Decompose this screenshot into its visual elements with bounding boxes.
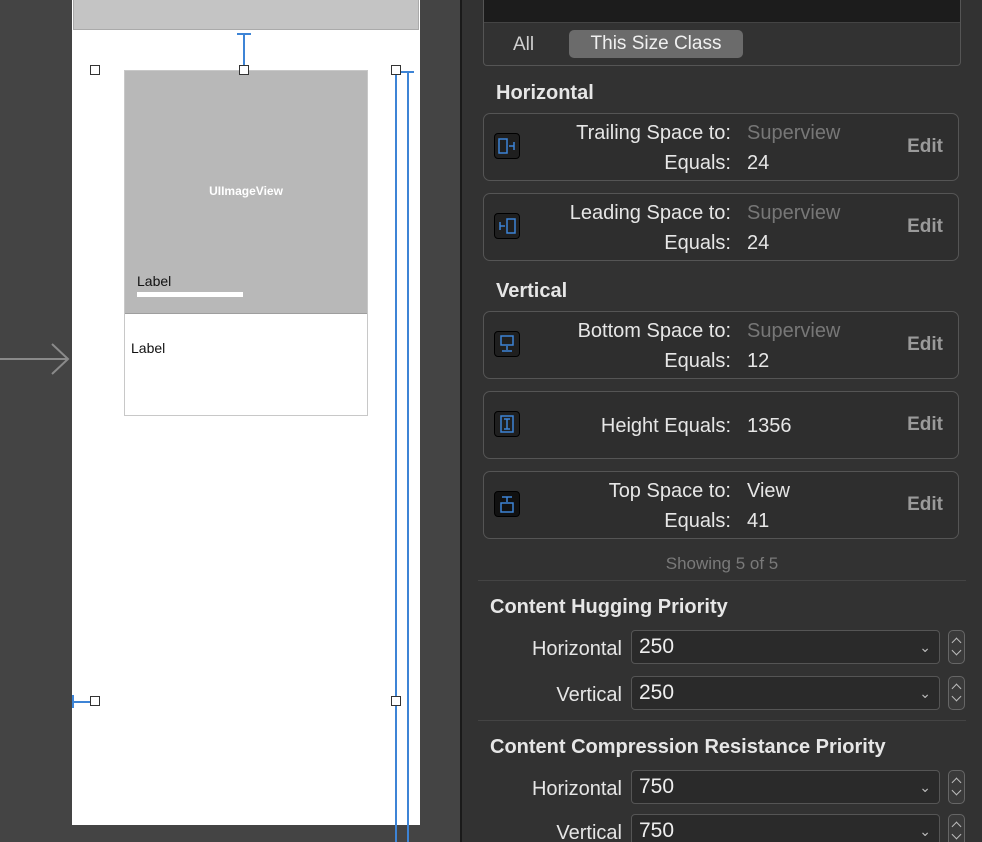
constraint-target: View [747,480,790,502]
entry-point-arrow-icon [0,343,70,375]
trailing-constraint-cap [400,71,414,73]
constraint-title: Leading Space to: [569,202,731,224]
constraint-title: Bottom Space to: [577,320,731,342]
size-class-grid [484,0,960,23]
hugging-vertical-label: Vertical [556,684,622,706]
resize-handle-top-right[interactable] [391,65,401,75]
compression-heading: Content Compression Resistance Priority [490,736,886,758]
image-view-placeholder: UIImageView [209,184,283,198]
body-label[interactable]: Label [131,340,165,356]
segment-all[interactable]: All [513,34,534,56]
top-constraint-cap [237,33,251,35]
leading-space-icon [494,213,520,239]
chevron-down-icon: ⌄ [919,685,931,701]
separator [478,580,966,581]
trailing-constraint-line-2[interactable] [407,72,409,842]
resize-handle-top[interactable] [239,65,249,75]
resize-handle-top-left[interactable] [90,65,100,75]
constraint-title: Height Equals: [600,415,731,437]
constraint-height[interactable]: Height Equals: 1356 Edit [483,391,959,459]
trailing-constraint-line[interactable] [395,72,397,842]
edit-button[interactable]: Edit [907,216,943,238]
constraint-value: 12 [747,350,770,372]
constraint-target: Superview [747,122,841,144]
constraint-target: Superview [747,202,841,224]
constraint-leading-space[interactable]: Leading Space to: Superview Equals: 24 E… [483,193,959,261]
constraint-value: 24 [747,232,770,254]
compression-horizontal-label: Horizontal [531,778,622,800]
chevron-down-icon: ⌄ [919,823,931,839]
constraint-target: Superview [747,320,841,342]
resize-handle-bottom-left[interactable] [90,696,100,706]
leading-constraint-cap [72,695,74,708]
compression-vertical-label: Vertical [556,822,622,842]
overlay-label[interactable]: Label [137,273,171,289]
equals-label: Equals: [664,232,731,254]
field-value: 250 [639,635,675,658]
compression-vertical-stepper[interactable] [948,814,965,842]
horizontal-heading: Horizontal [496,82,594,104]
compression-horizontal-stepper[interactable] [948,770,965,804]
image-view[interactable]: UIImageView Label [125,71,367,314]
constraint-trailing-space[interactable]: Trailing Space to: Superview Equals: 24 … [483,113,959,181]
showing-count: Showing 5 of 5 [665,554,779,573]
hugging-vertical-stepper[interactable] [948,676,965,710]
resize-handle-bottom-right[interactable] [391,696,401,706]
edit-button[interactable]: Edit [907,414,943,436]
compression-horizontal-field[interactable]: 750 ⌄ [631,770,940,804]
constraint-value: 1356 [747,415,792,437]
leading-constraint-line[interactable] [72,701,92,703]
vertical-heading: Vertical [496,280,568,302]
field-value: 750 [639,819,675,842]
hugging-horizontal-stepper[interactable] [948,630,965,664]
field-value: 750 [639,775,675,798]
constraint-top-space[interactable]: Top Space to: View Equals: 41 Edit [483,471,959,539]
separator [478,720,966,721]
equals-label: Equals: [664,350,731,372]
size-class-panel: All This Size Class [483,0,961,66]
constraint-bottom-space[interactable]: Bottom Space to: Superview Equals: 12 Ed… [483,311,959,379]
compression-vertical-field[interactable]: 750 ⌄ [631,814,940,842]
storyboard-canvas[interactable]: UIImageView Label Label [0,0,461,842]
hugging-horizontal-field[interactable]: 250 ⌄ [631,630,940,664]
constraint-value: 41 [747,510,770,532]
trailing-space-icon [494,133,520,159]
edit-button[interactable]: Edit [907,136,943,158]
size-inspector: All This Size Class Horizontal Trailing … [462,0,982,842]
constraint-title: Trailing Space to: [576,122,731,144]
constraint-value: 24 [747,152,770,174]
chevron-down-icon: ⌄ [919,779,931,795]
chevron-down-icon: ⌄ [919,639,931,655]
equals-label: Equals: [664,152,731,174]
height-icon [494,411,520,437]
bottom-space-icon [494,331,520,357]
hugging-horizontal-label: Horizontal [531,638,622,660]
hugging-vertical-field[interactable]: 250 ⌄ [631,676,940,710]
edit-button[interactable]: Edit [907,494,943,516]
constraint-title: Top Space to: [608,480,731,502]
hugging-heading: Content Hugging Priority [490,596,728,618]
edit-button[interactable]: Edit [907,334,943,356]
progress-bar [137,292,243,297]
top-bar-view[interactable] [73,0,419,30]
equals-label: Equals: [664,510,731,532]
top-space-icon [494,491,520,517]
segment-this-size-class[interactable]: This Size Class [569,30,743,58]
field-value: 250 [639,681,675,704]
